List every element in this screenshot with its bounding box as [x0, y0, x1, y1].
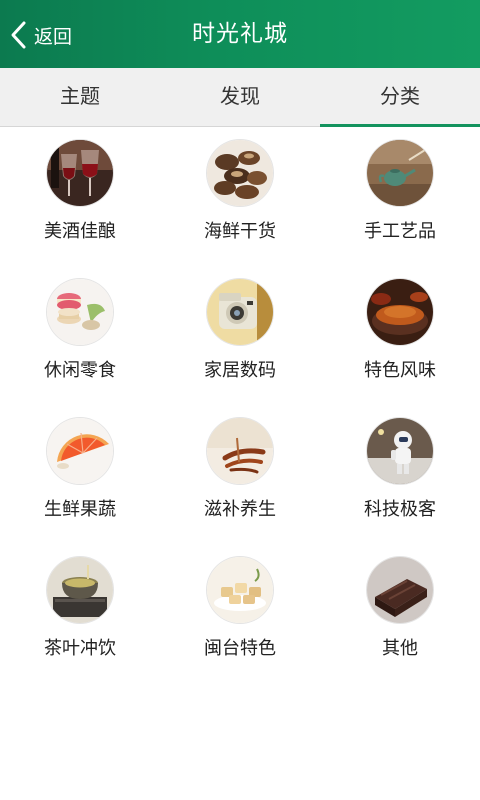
dried-mushrooms-icon: [207, 140, 273, 206]
category-label: 休闲零食: [44, 360, 116, 381]
tab-bar: 主题 发现 分类: [0, 68, 480, 127]
app-header: 返回 时光礼城: [0, 0, 480, 68]
category-label: 美酒佳酿: [44, 221, 116, 242]
category-item-flavors[interactable]: 特色风味: [320, 266, 480, 405]
category-label: 海鲜干货: [204, 221, 276, 242]
category-label: 科技极客: [364, 499, 436, 520]
category-item-health[interactable]: 滋补养生: [160, 405, 320, 544]
category-item-tea[interactable]: 茶叶冲饮: [0, 544, 160, 683]
tab-discover[interactable]: 发现: [160, 68, 320, 126]
tea-cup-icon: [47, 557, 113, 623]
category-label: 生鲜果蔬: [44, 499, 116, 520]
category-label: 手工艺品: [364, 221, 436, 242]
macaron-dessert-icon: [47, 279, 113, 345]
tab-theme[interactable]: 主题: [0, 68, 160, 126]
category-item-tech[interactable]: 科技极客: [320, 405, 480, 544]
chocolate-cake-icon: [367, 557, 433, 623]
category-label: 滋补养生: [204, 499, 276, 520]
category-label: 特色风味: [364, 360, 436, 381]
pastry-snack-icon: [207, 557, 273, 623]
spice-powder-icon: [367, 279, 433, 345]
category-item-other[interactable]: 其他: [320, 544, 480, 683]
category-label: 茶叶冲饮: [44, 638, 116, 659]
tab-category[interactable]: 分类: [320, 68, 480, 127]
category-item-home-digital[interactable]: 家居数码: [160, 266, 320, 405]
category-item-fresh[interactable]: 生鲜果蔬: [0, 405, 160, 544]
category-label: 家居数码: [204, 360, 276, 381]
category-item-minnan-taiwan[interactable]: 闽台特色: [160, 544, 320, 683]
category-label: 其他: [382, 638, 418, 659]
wine-glasses-icon: [47, 140, 113, 206]
category-item-crafts[interactable]: 手工艺品: [320, 127, 480, 266]
category-item-seafood[interactable]: 海鲜干货: [160, 127, 320, 266]
category-label: 闽台特色: [204, 638, 276, 659]
orange-slice-icon: [47, 418, 113, 484]
instant-camera-icon: [207, 279, 273, 345]
category-grid: 美酒佳酿 海鲜干货 手工艺品 休闲零食 家居数码 特色风味 生鲜果蔬 滋补养生 …: [0, 127, 480, 683]
category-item-snacks[interactable]: 休闲零食: [0, 266, 160, 405]
teapot-craft-icon: [367, 140, 433, 206]
ginseng-root-icon: [207, 418, 273, 484]
category-item-wine[interactable]: 美酒佳酿: [0, 127, 160, 266]
astronaut-figure-icon: [367, 418, 433, 484]
page-title: 时光礼城: [192, 21, 288, 47]
